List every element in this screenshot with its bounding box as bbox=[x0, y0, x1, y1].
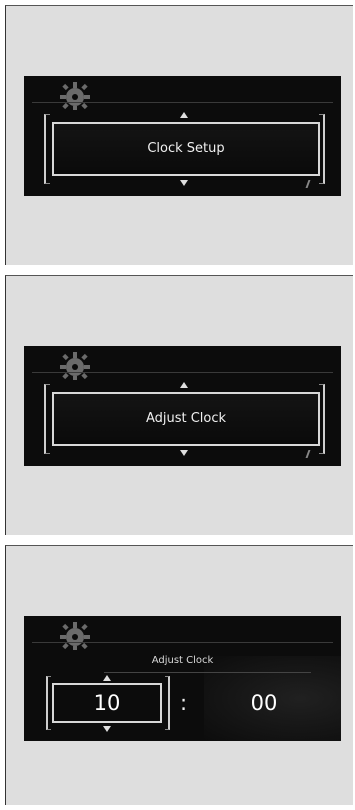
step-3-panel: Adjust Clock 10 : 00 bbox=[5, 545, 353, 805]
gear-icon bbox=[60, 622, 90, 650]
step-2-panel: Adjust Clock bbox=[5, 275, 353, 535]
menu-item-adjust-clock[interactable]: Adjust Clock bbox=[52, 392, 320, 446]
hour-value[interactable]: 10 bbox=[52, 683, 162, 723]
header-divider bbox=[32, 102, 333, 103]
step-1-panel: Clock Setup bbox=[5, 5, 353, 265]
triangle-down-icon[interactable] bbox=[103, 726, 111, 732]
screen-title: Adjust Clock bbox=[151, 655, 214, 666]
hour-bracket-left bbox=[46, 676, 51, 730]
triangle-up-icon[interactable] bbox=[180, 112, 188, 118]
hour-bracket-right bbox=[165, 676, 170, 730]
menu-item-clock-setup[interactable]: Clock Setup bbox=[52, 122, 320, 176]
gear-icon bbox=[60, 352, 90, 380]
header-divider bbox=[32, 372, 333, 373]
list-bracket-left bbox=[44, 384, 50, 454]
header-divider bbox=[32, 642, 333, 643]
gear-icon bbox=[60, 82, 90, 110]
display-screen: Adjust Clock bbox=[24, 346, 341, 466]
title-divider bbox=[104, 672, 311, 673]
triangle-up-icon[interactable] bbox=[180, 382, 188, 388]
display-screen: Clock Setup bbox=[24, 76, 341, 196]
minute-value[interactable]: 00 bbox=[224, 683, 304, 723]
time-separator: : bbox=[180, 691, 188, 715]
scroll-indicator bbox=[305, 180, 311, 188]
triangle-down-icon[interactable] bbox=[180, 450, 188, 456]
display-screen: Adjust Clock 10 : 00 bbox=[24, 616, 341, 741]
triangle-up-icon[interactable] bbox=[103, 675, 111, 681]
triangle-down-icon[interactable] bbox=[180, 180, 188, 186]
scroll-indicator bbox=[305, 450, 311, 458]
list-bracket-left bbox=[44, 114, 50, 184]
